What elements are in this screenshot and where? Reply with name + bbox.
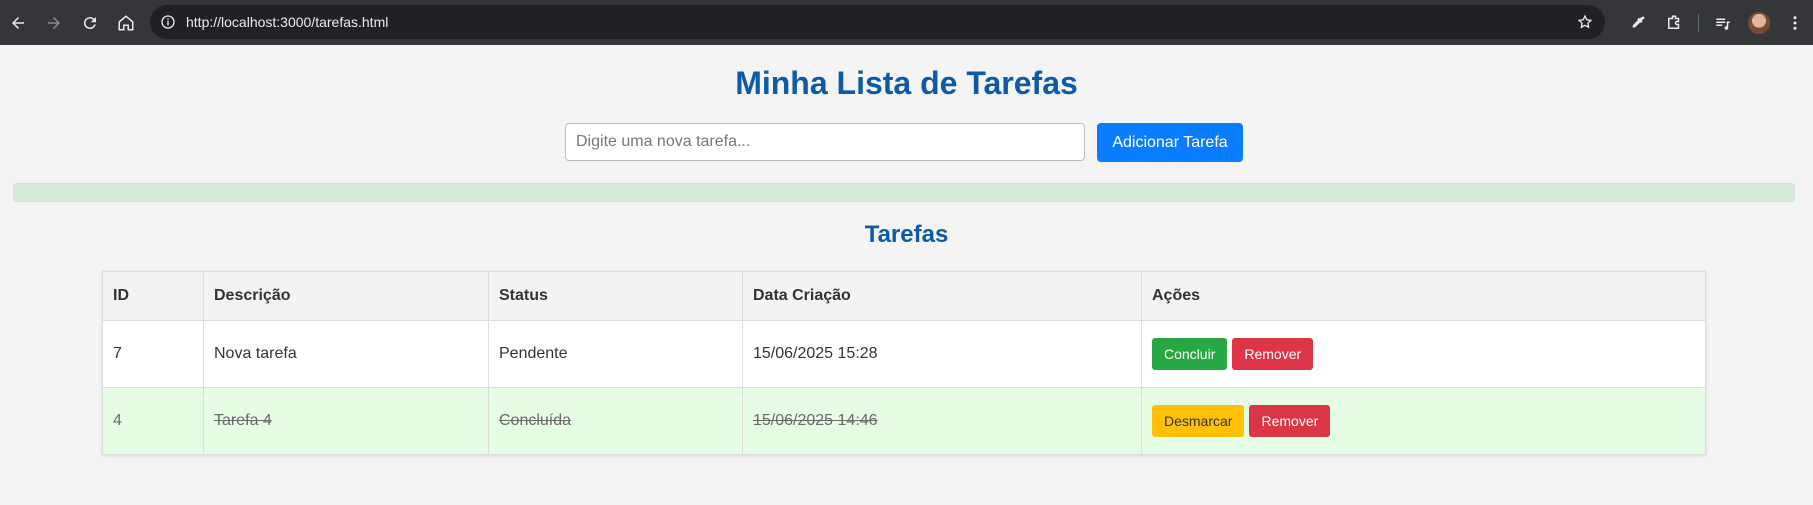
profile-button[interactable] [1741, 5, 1777, 41]
header-acoes: Ações [1141, 271, 1706, 321]
eyedropper-icon [1632, 15, 1645, 27]
extensions-button[interactable] [1656, 5, 1692, 41]
address-bar[interactable]: http://localhost:3000/tarefas.html [150, 5, 1605, 39]
page-title: Minha Lista de Tarefas [735, 65, 1078, 101]
header-id: ID [102, 271, 204, 321]
menu-button[interactable] [1777, 5, 1813, 41]
reload-button[interactable] [72, 5, 108, 41]
cell-id: 7 [102, 320, 204, 388]
header-status: Status [488, 271, 743, 321]
cell-id: 4 [102, 387, 204, 455]
data-text: 15/06/2025 14:46 [753, 412, 878, 429]
home-icon [118, 14, 134, 30]
puzzle-icon [1668, 15, 1680, 29]
cell-acoes: Desmarcar Remover [1141, 387, 1706, 455]
toolbar-right [1620, 0, 1813, 45]
descricao-text: Tarefa 4 [214, 412, 272, 429]
browser-toolbar: http://localhost:3000/tarefas.html [0, 0, 1813, 45]
avatar [1748, 11, 1770, 34]
toolbar-divider [1698, 13, 1699, 32]
header-descricao: Descrição [203, 271, 489, 321]
more-vertical-icon [1793, 15, 1797, 30]
bookmark-star-icon[interactable] [1577, 14, 1593, 30]
page-content: Minha Lista de Tarefas Adicionar Tarefa … [0, 45, 1813, 505]
add-task-button[interactable]: Adicionar Tarefa [1097, 123, 1243, 162]
cell-acoes: Concluir Remover [1141, 320, 1706, 388]
cell-status: Concluída [488, 387, 743, 455]
concluir-button[interactable]: Concluir [1152, 338, 1228, 370]
section-title: Tarefas [864, 221, 949, 248]
eyedropper-button[interactable] [1620, 5, 1656, 41]
remover-button[interactable]: Remover [1249, 405, 1331, 437]
new-task-input[interactable] [565, 123, 1085, 161]
desmarcar-button[interactable]: Desmarcar [1152, 405, 1245, 437]
cell-data: 15/06/2025 15:28 [742, 320, 1142, 388]
forward-button[interactable] [36, 5, 72, 41]
info-icon[interactable] [160, 14, 176, 30]
reload-icon [83, 16, 96, 29]
status-text: Concluída [499, 412, 572, 429]
arrow-left-icon [12, 16, 24, 29]
table-row-completed: 4 Tarefa 4 Concluída 15/06/2025 14:46 De… [102, 387, 1706, 455]
url-text[interactable]: http://localhost:3000/tarefas.html [186, 14, 388, 30]
header-data-criacao: Data Criação [742, 271, 1142, 321]
tasks-table: ID Descrição Status Data Criação Ações 7… [102, 271, 1706, 455]
remover-button[interactable]: Remover [1232, 338, 1314, 370]
table-header-row: ID Descrição Status Data Criação Ações [102, 271, 1706, 321]
cell-descricao: Tarefa 4 [203, 387, 489, 455]
cell-descricao: Nova tarefa [203, 320, 489, 388]
playlist-icon [1716, 18, 1730, 30]
cell-status: Pendente [488, 320, 743, 388]
table-row: 7 Nova tarefa Pendente 15/06/2025 15:28 … [102, 320, 1706, 388]
back-button[interactable] [0, 5, 36, 41]
cell-data: 15/06/2025 14:46 [742, 387, 1142, 455]
arrow-right-icon [48, 16, 60, 29]
media-button[interactable] [1705, 5, 1741, 41]
message-bar [13, 183, 1795, 202]
home-button[interactable] [108, 5, 144, 41]
